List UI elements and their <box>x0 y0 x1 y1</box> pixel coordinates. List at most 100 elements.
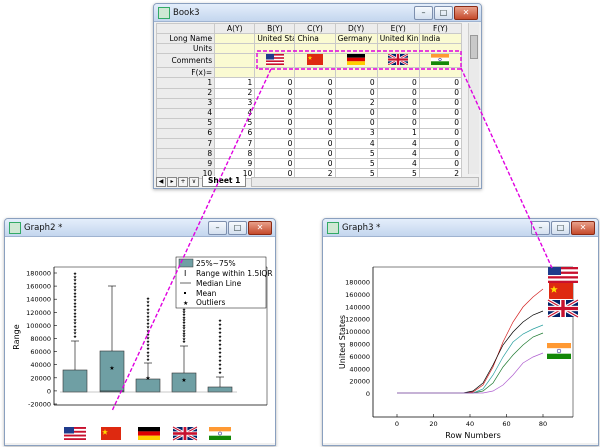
comment-flag-de-cell[interactable] <box>334 53 378 69</box>
data-cell[interactable]: 0 <box>334 77 378 89</box>
data-cell[interactable]: 5 <box>334 158 378 170</box>
box-in[interactable] <box>207 386 233 393</box>
graph2-legend[interactable]: 25%~75% I Range within 1.5IQR Median Lin… <box>175 256 273 309</box>
graph2-window[interactable]: Graph2 * – □ ✕ 1 18000016000014000012000… <box>4 218 276 446</box>
data-cell[interactable]: 0 <box>334 107 378 119</box>
units-cell[interactable] <box>214 43 256 55</box>
column-header-c[interactable]: C(Y) <box>294 22 336 35</box>
units-cell[interactable] <box>418 43 463 55</box>
units-cell[interactable] <box>254 43 296 55</box>
data-cell[interactable]: 4 <box>214 107 256 119</box>
data-cell[interactable]: 0 <box>254 117 296 129</box>
data-cell[interactable]: 4 <box>376 148 420 160</box>
data-cell[interactable]: 0 <box>254 148 296 160</box>
minimize-button[interactable]: – <box>531 221 550 235</box>
prev-sheet-button[interactable]: ▸ <box>167 176 177 187</box>
data-cell[interactable]: 0 <box>418 148 463 160</box>
box-us[interactable] <box>62 369 88 393</box>
data-cell[interactable]: 0 <box>418 127 463 140</box>
row-number[interactable]: 2 <box>155 87 216 99</box>
data-cell[interactable]: 0 <box>254 138 296 150</box>
row-number[interactable]: 5 <box>155 117 216 129</box>
formula-cell[interactable] <box>254 67 296 79</box>
data-cell[interactable]: 0 <box>334 87 378 99</box>
data-cell[interactable]: 0 <box>376 77 420 89</box>
book3-titlebar[interactable]: Book3 – □ ✕ <box>154 4 481 22</box>
comment-flag-us-cell[interactable] <box>254 53 296 69</box>
sheet-list-button[interactable]: ∨ <box>189 176 199 187</box>
comments-cell[interactable] <box>214 53 256 69</box>
data-cell[interactable]: 0 <box>418 87 463 99</box>
close-button[interactable]: ✕ <box>454 6 478 20</box>
table-row[interactable]: 3300200 <box>155 97 463 109</box>
formula-cell[interactable] <box>418 67 463 79</box>
data-cell[interactable]: 4 <box>334 138 378 150</box>
table-row[interactable]: 1100000 <box>155 77 463 89</box>
data-cell[interactable]: 0 <box>294 97 336 109</box>
row-number[interactable]: 1 <box>155 77 216 89</box>
units-cell[interactable] <box>294 43 336 55</box>
comment-flag-cn-cell[interactable] <box>294 53 336 69</box>
column-header-e[interactable]: E(Y) <box>376 22 420 35</box>
column-header-b[interactable]: B(Y) <box>254 22 296 35</box>
row-number[interactable]: 8 <box>155 148 216 160</box>
row-number[interactable]: 3 <box>155 97 216 109</box>
maximize-button[interactable]: □ <box>551 221 570 235</box>
column-header-a[interactable]: A(Y) <box>214 22 256 35</box>
row-number[interactable]: 7 <box>155 138 216 150</box>
table-row[interactable]: 7700440 <box>155 138 463 150</box>
data-cell[interactable]: 0 <box>418 117 463 129</box>
add-sheet-button[interactable]: + <box>178 176 188 187</box>
data-cell[interactable]: 0 <box>294 77 336 89</box>
corner-cell[interactable] <box>155 22 216 35</box>
long-name-e[interactable]: United Kin <box>376 33 420 45</box>
formula-cell[interactable] <box>214 67 256 79</box>
table-row[interactable]: 2200000 <box>155 87 463 99</box>
data-cell[interactable]: 0 <box>254 107 296 119</box>
data-cell[interactable]: 2 <box>214 87 256 99</box>
data-cell[interactable]: 0 <box>294 117 336 129</box>
data-cell[interactable]: 7 <box>214 138 256 150</box>
data-cell[interactable]: 1 <box>376 127 420 140</box>
minimize-button[interactable]: – <box>414 6 433 20</box>
data-cell[interactable]: 3 <box>214 97 256 109</box>
data-cell[interactable]: 4 <box>376 158 420 170</box>
comment-flag-uk-cell[interactable] <box>376 53 420 69</box>
first-sheet-button[interactable]: ◀ <box>156 176 166 187</box>
horizontal-scrollbar[interactable] <box>251 176 479 187</box>
data-cell[interactable]: 5 <box>334 148 378 160</box>
data-cell[interactable]: 0 <box>294 127 336 140</box>
data-cell[interactable]: 0 <box>254 97 296 109</box>
data-cell[interactable]: 0 <box>294 87 336 99</box>
data-cell[interactable]: 0 <box>418 138 463 150</box>
column-header-f[interactable]: F(Y) <box>418 22 463 35</box>
units-cell[interactable] <box>376 43 420 55</box>
data-cell[interactable]: 2 <box>334 97 378 109</box>
data-cell[interactable]: 4 <box>376 138 420 150</box>
data-cell[interactable]: 0 <box>294 107 336 119</box>
row-number[interactable]: 6 <box>155 127 216 140</box>
minimize-button[interactable]: – <box>208 221 227 235</box>
scroll-thumb[interactable] <box>470 35 478 59</box>
data-cell[interactable]: 0 <box>418 97 463 109</box>
data-cell[interactable]: 0 <box>418 77 463 89</box>
data-cell[interactable]: 0 <box>294 138 336 150</box>
column-header-d[interactable]: D(Y) <box>334 22 378 35</box>
data-cell[interactable]: 0 <box>254 127 296 140</box>
data-cell[interactable]: 0 <box>376 117 420 129</box>
close-button[interactable]: ✕ <box>571 221 595 235</box>
units-cell[interactable] <box>334 43 378 55</box>
formula-cell[interactable] <box>334 67 378 79</box>
sheet-tab[interactable]: Sheet 1 <box>202 176 247 187</box>
comment-flag-in-cell[interactable] <box>418 53 463 69</box>
long-name-d[interactable]: Germany <box>334 33 378 45</box>
data-cell[interactable]: 0 <box>254 77 296 89</box>
close-button[interactable]: ✕ <box>248 221 272 235</box>
data-cell[interactable]: 8 <box>214 148 256 160</box>
data-cell[interactable]: 9 <box>214 158 256 170</box>
long-name-a[interactable] <box>214 33 256 45</box>
table-row[interactable]: 5500000 <box>155 117 463 129</box>
long-name-b[interactable]: United Stat <box>254 33 296 45</box>
data-cell[interactable]: 0 <box>376 87 420 99</box>
data-cell[interactable]: 0 <box>334 117 378 129</box>
